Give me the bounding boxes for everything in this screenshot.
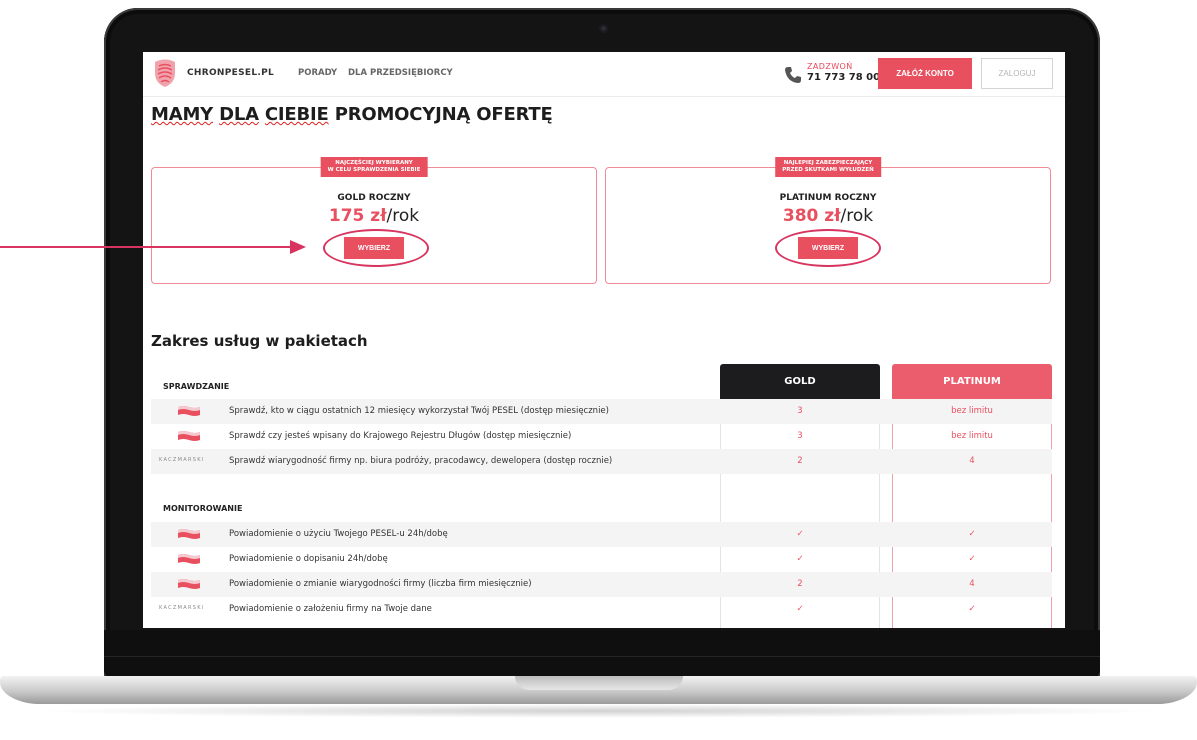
offer-badge-line: NAJCZĘŚCIEJ WYBIERANY [335, 160, 413, 166]
gold-value: 2 [797, 456, 803, 466]
offer-badge-gold: NAJCZĘŚCIEJ WYBIERANY W CELU SPRAWDZENIA… [320, 157, 428, 177]
services-title: Zakres usług w pakietach [151, 332, 368, 350]
register-button[interactable]: ZAŁÓŻ KONTO [878, 58, 972, 89]
table-row: Powiadomienie o zmianie wiarygodności fi… [151, 572, 1052, 597]
website-screen: CHRONPESEL.PL PORADY DLA PRZEDSIĘBIORCY … [143, 52, 1065, 628]
table-row: KACZMARSKI Sprawdź wiarygodność firmy np.… [151, 449, 1052, 474]
column-header-platinum: PLATINUM [892, 364, 1052, 399]
table-row: Powiadomienie o dopisaniu 24h/dobę ✓ ✓ [151, 547, 1052, 572]
price-period: /rok [840, 206, 874, 226]
service-description: Sprawdź czy jesteś wpisany do Krajowego … [229, 431, 572, 441]
phone-number[interactable]: 71 773 78 00 [807, 72, 880, 83]
platinum-value: 4 [969, 456, 975, 466]
column-header-gold: GOLD [720, 364, 880, 399]
group-label: SPRAWDZANIE [163, 382, 230, 391]
annotation-circle-gold [323, 229, 429, 267]
platinum-value: ✓ [968, 529, 976, 539]
offer-badge-platinum: NAJLEPIEJ ZABEZPIECZAJĄCY PRZED SKUTKAMI… [775, 157, 881, 177]
annotation-arrow-line [0, 246, 292, 248]
call-label: ZADZWOŃ [807, 62, 853, 71]
laptop-shadow [30, 704, 1167, 718]
table-row: Sprawdź, kto w ciągu ostatnich 12 miesię… [151, 399, 1052, 424]
flag-logo-icon [178, 529, 200, 539]
laptop-base [0, 676, 1197, 704]
nav-porady[interactable]: PORADY [298, 68, 337, 78]
camera-icon [599, 24, 608, 33]
brand-name[interactable]: CHRONPESEL.PL [187, 68, 274, 78]
offer-badge-line: NAJLEPIEJ ZABEZPIECZAJĄCY [783, 160, 873, 166]
gold-value: 3 [797, 406, 803, 416]
gold-value: ✓ [796, 604, 804, 614]
service-description: Powiadomienie o użyciu Twojego PESEL-u 2… [229, 529, 448, 539]
flag-logo-icon [178, 431, 200, 441]
annotation-arrow-head [290, 240, 306, 254]
service-description: Powiadomienie o dopisaniu 24h/dobę [229, 554, 388, 564]
nav-dla-przedsiebiorcy[interactable]: DLA PRZEDSIĘBIORCY [348, 68, 453, 78]
gold-value: 3 [797, 431, 803, 441]
table-row: Sprawdź czy jesteś wpisany do Krajowego … [151, 424, 1052, 449]
flag-logo-icon [178, 579, 200, 589]
title-word-3: CIEBIE [264, 104, 329, 125]
laptop-chin [104, 630, 1100, 678]
title-rest: PROMOCYJNĄ OFERTĘ [334, 104, 553, 125]
kaczmarski-logo: KACZMARSKI [159, 605, 205, 611]
phone-icon [785, 67, 801, 83]
chin-line [104, 656, 1100, 657]
offer-price-gold: 175 zł/rok [152, 206, 596, 226]
gold-value: 2 [797, 579, 803, 589]
platinum-value: 4 [969, 579, 975, 589]
gold-value: ✓ [796, 529, 804, 539]
offer-name-gold: GOLD ROCZNY [337, 193, 411, 203]
fingerprint-logo-icon[interactable] [151, 58, 179, 88]
offer-badge-line: W CELU SPRAWDZENIA SIEBIE [327, 167, 421, 173]
platinum-value: bez limitu [951, 406, 993, 416]
flag-logo-icon [178, 406, 200, 416]
annotation-circle-platinum [775, 229, 881, 267]
group-label: MONITOROWANIE [163, 504, 243, 513]
laptop-base-notch [515, 676, 683, 690]
offer-name-platinum: PLATINUM ROCZNY [779, 193, 877, 203]
flag-logo-icon [178, 554, 200, 564]
offer-badge-line: PRZED SKUTKAMI WYŁUDZEŃ [782, 167, 874, 173]
service-description: Sprawdź, kto w ciągu ostatnich 12 miesię… [229, 406, 609, 416]
table-row: KACZMARSKI Powiadomienie o założeniu firm… [151, 597, 1052, 622]
platinum-value: ✓ [968, 604, 976, 614]
service-description: Powiadomienie o założeniu firmy na Twoje… [229, 604, 432, 614]
service-description: Sprawdź wiarygodność firmy np. biura pod… [229, 456, 613, 466]
page-title: MAMY DLA CIEBIE PROMOCYJNĄ OFERTĘ [151, 104, 553, 125]
platinum-value: ✓ [968, 554, 976, 564]
price-amount: 380 zł [782, 206, 841, 226]
gold-value: ✓ [796, 554, 804, 564]
offer-price-platinum: 380 zł/rok [606, 206, 1050, 226]
table-row: Powiadomienie o użyciu Twojego PESEL-u 2… [151, 522, 1052, 547]
site-header: CHRONPESEL.PL PORADY DLA PRZEDSIĘBIORCY … [143, 52, 1065, 97]
title-word-2: DLA [219, 104, 259, 125]
title-word-1: MAMY [151, 104, 213, 125]
kaczmarski-logo: KACZMARSKI [159, 457, 205, 463]
price-period: /rok [386, 206, 420, 226]
platinum-value: bez limitu [951, 431, 993, 441]
price-amount: 175 zł [328, 206, 387, 226]
login-button[interactable]: ZALOGUJ [981, 58, 1053, 89]
service-description: Powiadomienie o zmianie wiarygodności fi… [229, 579, 532, 589]
